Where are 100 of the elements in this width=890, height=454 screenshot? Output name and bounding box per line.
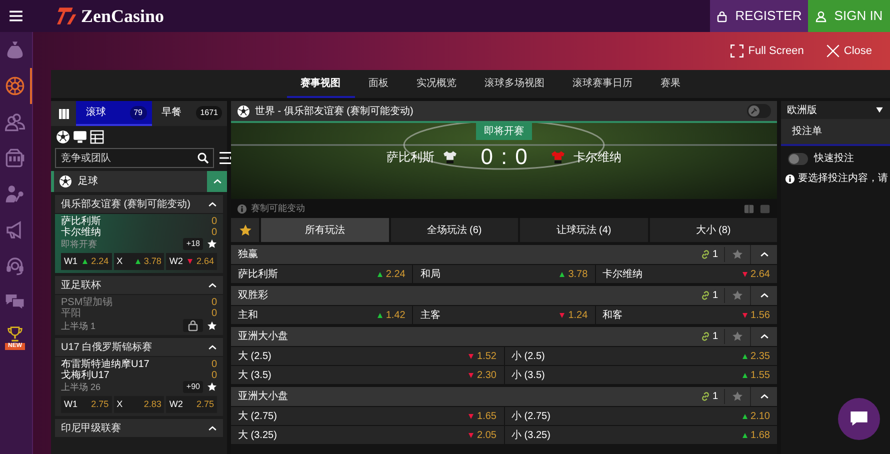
odds-format-dropdown[interactable]: 欧洲版 [781, 101, 890, 119]
odds-button[interactable]: X 3.78 [114, 253, 164, 270]
odds-button[interactable]: W2 2.64 [166, 253, 218, 270]
fullscreen-icon [730, 44, 744, 58]
live-stream-button[interactable] [73, 130, 87, 144]
more-markets-badge[interactable]: +18 [183, 238, 203, 250]
market-title: 双胜彩 [238, 288, 269, 303]
market-header[interactable]: 独赢 1 [231, 245, 777, 264]
market-tab[interactable]: 所有玩法 [261, 218, 388, 242]
list-view-button[interactable] [51, 101, 76, 126]
nav-tab[interactable]: 滚球多场视图 [470, 70, 558, 98]
odds-button[interactable]: X 2.83 [114, 396, 164, 413]
odds-button[interactable]: 小 (2.5) 2.35 [504, 347, 777, 365]
nav-tab[interactable]: 实况概览 [402, 70, 470, 98]
table-icon [90, 130, 104, 144]
betslip-tab[interactable]: 投注单 [781, 119, 890, 146]
link-icon [700, 391, 712, 402]
chevron-up-icon [212, 177, 222, 186]
odds-button[interactable]: 主客 1.24 [413, 306, 595, 324]
market-tab[interactable]: 全场玩法 (6) [390, 218, 518, 242]
odds-button[interactable]: W2 2.75 [166, 396, 218, 413]
odds-button[interactable]: 和局 3.78 [413, 265, 595, 283]
sign-in-button[interactable]: SIGN IN [808, 0, 890, 32]
up-arrow-icon [742, 354, 748, 358]
sport-tab[interactable]: 滚球 79 [76, 101, 152, 126]
favorites-tab[interactable] [231, 218, 259, 242]
shirt-icon [551, 149, 566, 165]
market-title: 独赢 [238, 248, 259, 262]
star-icon [207, 239, 217, 249]
team-name: 戈梅利U17 [61, 370, 110, 381]
odds-button[interactable]: 和客 1.56 [596, 306, 777, 324]
layout-button[interactable] [743, 204, 755, 214]
more-markets-badge[interactable]: +90 [183, 381, 203, 393]
hint-text: 要选择投注内容，请 [798, 172, 888, 186]
search-field[interactable]: 竞争或团队 [55, 148, 214, 168]
match-card[interactable]: PSM望加锡 0 平阳 0 上半场 1 [55, 295, 223, 335]
logo-text: ZenCasino [81, 4, 164, 28]
menu-button[interactable] [218, 151, 234, 165]
monitor-icon [73, 130, 87, 144]
match-card[interactable]: 萨比利斯 0 卡尔维纳 0 即将开赛 +18 W1 2.24 X 3.78 W2 2.64 [55, 214, 223, 273]
lock-icon [716, 10, 728, 22]
market-header[interactable]: 双胜彩 1 [231, 286, 777, 305]
down-arrow-icon [742, 312, 748, 318]
nav-tab[interactable]: 面板 [354, 70, 402, 98]
link-count: 1 [712, 330, 718, 344]
register-button[interactable]: REGISTER [710, 0, 808, 32]
layout-button[interactable] [759, 204, 771, 214]
sport-tab[interactable]: 早餐 1671 [152, 101, 227, 126]
pin-toggle[interactable] [747, 104, 771, 118]
collapse-button[interactable] [207, 171, 227, 192]
soccer-ball-icon [237, 104, 250, 118]
league-name: 亚足联杯 [61, 278, 101, 292]
star-icon [207, 382, 217, 392]
wheel-icon [5, 76, 25, 96]
nav-tab[interactable]: 滚球赛事日历 [558, 70, 646, 98]
team-score: 0 [211, 216, 217, 227]
down-arrow-icon [468, 432, 474, 438]
close-button[interactable]: Close [826, 42, 872, 60]
odds-button[interactable]: 大 (3.5) 2.30 [231, 366, 504, 384]
chevron-up-icon [760, 250, 768, 259]
down-arrow-icon [468, 354, 474, 358]
market-title: 亚洲大小盘 [238, 390, 289, 404]
market-header[interactable]: 亚洲大小盘 1 [231, 327, 777, 346]
league-header[interactable]: U17 白俄罗斯锦标赛 [55, 338, 223, 356]
score-separator: : [500, 145, 508, 169]
market-tab[interactable]: 大小 (8) [650, 218, 777, 242]
market-tab[interactable]: 让球玩法 (4) [520, 218, 648, 242]
odds-button[interactable]: 大 (3.25) 2.05 [231, 426, 504, 444]
odds-button[interactable]: W1 2.75 [61, 396, 112, 413]
user-icon [815, 10, 828, 22]
odds-button[interactable]: 主和 1.42 [231, 306, 412, 324]
match-status: 上半场 26 [61, 381, 101, 393]
person-microphone-icon [5, 184, 25, 204]
chevron-up-icon [760, 392, 768, 401]
star-icon [732, 290, 743, 301]
league-header[interactable]: 印尼甲级联赛 [55, 419, 223, 437]
odds-button[interactable]: W1 2.24 [61, 253, 112, 270]
count-badge: 1671 [196, 106, 222, 120]
down-arrow-icon [559, 312, 566, 318]
market-header[interactable]: 亚洲大小盘 1 [231, 387, 777, 406]
layout-icon [759, 204, 771, 214]
nav-tab[interactable]: 赛果 [646, 70, 694, 98]
team-score: 0 [211, 359, 217, 370]
match-status: 上半场 1 [61, 320, 96, 332]
odds-button[interactable]: 大 (2.5) 1.52 [231, 347, 504, 365]
nav-tab[interactable]: 赛事视图 [286, 70, 354, 98]
sport-row[interactable]: 足球 [51, 171, 227, 192]
notice-text: 赛制可能变动 [251, 202, 306, 215]
fullscreen-button[interactable]: Full Screen [730, 42, 804, 60]
odds-button[interactable]: 小 (3.5) 1.55 [504, 366, 777, 384]
table-view-button[interactable] [90, 130, 104, 144]
match-card[interactable]: 布雷斯特迪纳摩U17 0 戈梅利U17 0 上半场 26 +90 W1 2.75 X 2.83 W2 2.75 [55, 357, 223, 416]
toggle-switch[interactable] [788, 152, 808, 164]
odds-button[interactable]: 小 (3.25) 1.68 [504, 426, 777, 444]
odds-button[interactable]: 卡尔维纳 2.64 [596, 265, 777, 283]
league-header[interactable]: 亚足联杯 [55, 276, 223, 294]
odds-button[interactable]: 大 (2.75) 1.65 [231, 407, 504, 425]
odds-button[interactable]: 萨比利斯 2.24 [231, 265, 412, 283]
league-header[interactable]: 俱乐部友谊赛 (赛制可能变动) [55, 195, 223, 213]
odds-button[interactable]: 小 (2.75) 2.10 [504, 407, 777, 425]
